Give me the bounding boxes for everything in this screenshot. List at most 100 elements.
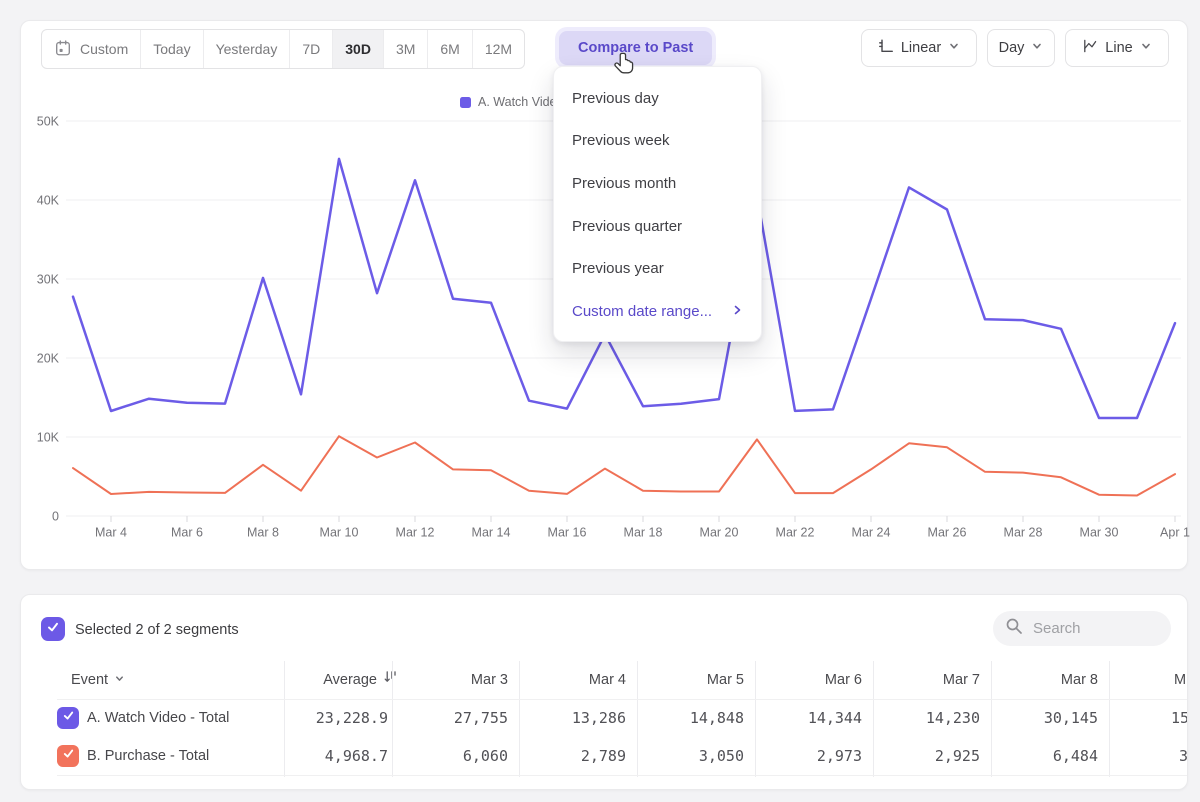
x-axis-label: Mar 22 xyxy=(776,526,815,540)
date-column-header[interactable]: Mar 4 xyxy=(522,661,626,699)
y-axis-label: 30K xyxy=(37,273,60,287)
menu-item-label: Previous month xyxy=(572,175,676,192)
legend-item: A. Watch Video xyxy=(460,95,563,109)
segment-row-label: A. Watch Video - Total xyxy=(87,699,229,737)
date-range-30d[interactable]: 30D xyxy=(332,30,383,68)
sort-descending-icon xyxy=(383,661,398,699)
date-column-header[interactable]: Mar 7 xyxy=(876,661,980,699)
event-header-label: Event xyxy=(71,661,108,699)
menu-item-label: Previous quarter xyxy=(572,218,682,235)
column-divider xyxy=(392,661,393,777)
segment-row-checkbox[interactable] xyxy=(57,745,79,767)
scale-dropdown-button[interactable]: Linear xyxy=(861,29,977,67)
average-value-cell: 23,228.9 xyxy=(268,699,388,737)
date-range-6m[interactable]: 6M xyxy=(427,30,471,68)
value-cell: 27,755 xyxy=(404,699,508,737)
legend-swatch xyxy=(460,97,471,108)
linear-axis-icon xyxy=(878,38,894,58)
check-icon xyxy=(62,709,75,727)
date-range-label: Yesterday xyxy=(216,41,278,57)
average-column-header[interactable]: Average xyxy=(258,661,398,699)
segment-row-label: B. Purchase - Total xyxy=(87,737,209,775)
menu-item-previous-quarter[interactable]: Previous quarter xyxy=(554,205,761,248)
date-range-label: 7D xyxy=(302,41,320,57)
date-column-header[interactable]: Mar 5 xyxy=(640,661,744,699)
date-column-header[interactable]: Mar 3 xyxy=(404,661,508,699)
date-range-label: 12M xyxy=(485,41,512,57)
event-column-header[interactable]: Event xyxy=(71,661,125,699)
x-axis-label: Mar 6 xyxy=(171,526,203,540)
menu-item-label: Custom date range... xyxy=(572,303,712,320)
value-cell-clipped: 15, xyxy=(1171,699,1188,737)
y-axis-label: 0 xyxy=(52,510,59,524)
y-axis-label: 40K xyxy=(37,194,60,208)
x-axis-label: Mar 26 xyxy=(928,526,967,540)
value-cell: 14,344 xyxy=(758,699,862,737)
value-cell: 30,145 xyxy=(994,699,1098,737)
column-divider xyxy=(519,661,520,777)
check-icon xyxy=(46,620,60,639)
date-range-group: Custom Today Yesterday 7D 30D 3M 6M 12M xyxy=(41,29,525,69)
date-range-today[interactable]: Today xyxy=(140,30,202,68)
column-divider xyxy=(991,661,992,777)
menu-item-previous-week[interactable]: Previous week xyxy=(554,120,761,163)
search-box[interactable] xyxy=(993,611,1171,646)
value-cell: 2,973 xyxy=(758,737,862,775)
menu-item-label: Previous day xyxy=(572,90,659,107)
segment-row-checkbox[interactable] xyxy=(57,707,79,729)
date-range-label: 30D xyxy=(345,41,371,57)
series-line-b xyxy=(73,436,1175,495)
check-icon xyxy=(62,747,75,765)
menu-item-label: Previous week xyxy=(572,132,670,149)
date-range-7d[interactable]: 7D xyxy=(289,30,332,68)
value-cell: 13,286 xyxy=(522,699,626,737)
y-axis-label: 50K xyxy=(37,115,60,129)
x-axis-label: Mar 20 xyxy=(700,526,739,540)
date-range-12m[interactable]: 12M xyxy=(472,30,524,68)
value-cell: 2,789 xyxy=(522,737,626,775)
menu-item-custom-date-range[interactable]: Custom date range... xyxy=(554,290,761,333)
x-axis-label: Mar 16 xyxy=(548,526,587,540)
date-range-custom[interactable]: Custom xyxy=(42,30,140,68)
column-divider xyxy=(873,661,874,777)
cursor-pointer-icon xyxy=(612,51,638,82)
search-icon xyxy=(1005,617,1023,640)
select-all-checkbox[interactable] xyxy=(41,617,65,641)
segments-summary: Selected 2 of 2 segments xyxy=(75,622,239,638)
date-column-header-clipped: M xyxy=(1174,661,1188,699)
x-axis-label: Mar 8 xyxy=(247,526,279,540)
granularity-dropdown-button[interactable]: Day xyxy=(987,29,1055,67)
row-divider xyxy=(57,775,1187,776)
date-range-label: 6M xyxy=(440,41,459,57)
chart-type-label: Line xyxy=(1105,40,1132,56)
menu-item-previous-day[interactable]: Previous day xyxy=(554,77,761,120)
date-range-label: Custom xyxy=(80,41,128,57)
menu-item-previous-month[interactable]: Previous month xyxy=(554,162,761,205)
date-range-3m[interactable]: 3M xyxy=(383,30,427,68)
menu-item-previous-year[interactable]: Previous year xyxy=(554,247,761,290)
menu-item-label: Previous year xyxy=(572,260,664,277)
chevron-down-icon xyxy=(1140,40,1152,56)
value-cell: 14,230 xyxy=(876,699,980,737)
x-axis-label: Mar 12 xyxy=(396,526,435,540)
chart-type-dropdown-button[interactable]: Line xyxy=(1065,29,1169,67)
search-input[interactable] xyxy=(1031,619,1159,638)
segments-card: Selected 2 of 2 segments Event Average xyxy=(20,594,1188,790)
column-divider xyxy=(637,661,638,777)
x-axis-label: Mar 30 xyxy=(1080,526,1119,540)
value-cell-clipped: 3, xyxy=(1179,737,1188,775)
x-axis-label: Mar 14 xyxy=(472,526,511,540)
x-axis-label: Mar 18 xyxy=(624,526,663,540)
chevron-down-icon xyxy=(1031,40,1043,56)
value-cell: 6,060 xyxy=(404,737,508,775)
compare-to-past-menu: Previous day Previous week Previous month P… xyxy=(553,66,762,342)
x-axis-label: Mar 4 xyxy=(95,526,127,540)
date-range-yesterday[interactable]: Yesterday xyxy=(203,30,290,68)
chevron-right-icon xyxy=(731,303,743,320)
date-column-header[interactable]: Mar 6 xyxy=(758,661,862,699)
y-axis-label: 10K xyxy=(37,431,60,445)
column-divider xyxy=(1109,661,1110,777)
analytics-report-screen: CustomTodayYesterday7D30D3M6M12M Compare… xyxy=(0,0,1200,802)
date-column-header[interactable]: Mar 8 xyxy=(994,661,1098,699)
average-value-cell: 4,968.7 xyxy=(268,737,388,775)
